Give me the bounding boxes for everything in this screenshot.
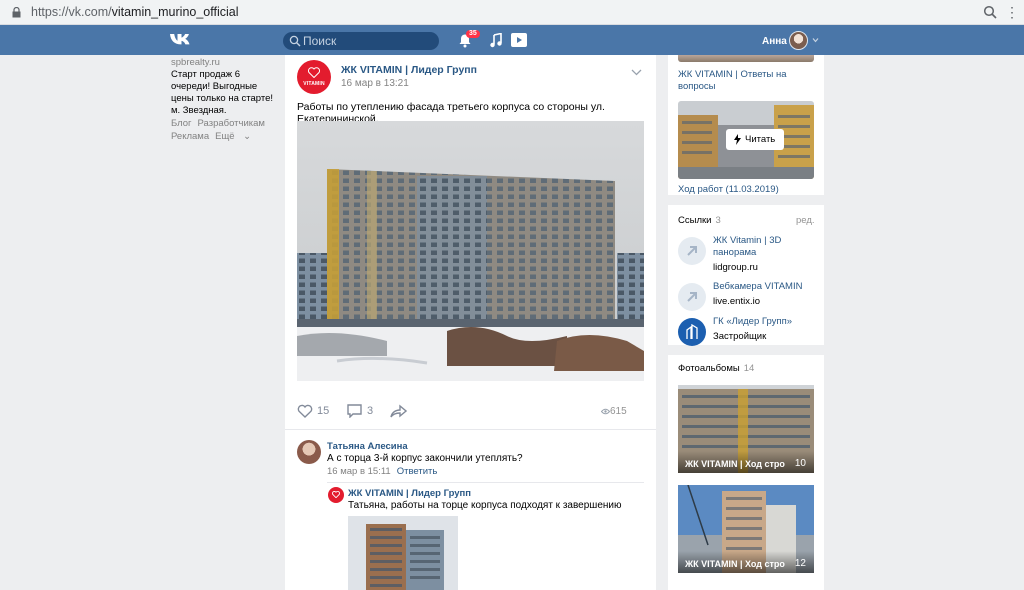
- ad-text[interactable]: Старт продаж 6 очереди! Выгодные цены то…: [171, 69, 281, 117]
- likes-count[interactable]: 15: [317, 405, 329, 417]
- divider: [327, 482, 644, 483]
- video-icon[interactable]: [511, 33, 527, 47]
- link-item[interactable]: Вебкамера VITAMIN live.entix.io: [678, 281, 818, 311]
- post-actions: 15 3 615: [297, 402, 644, 422]
- link-subtitle: Застройщик: [713, 331, 767, 342]
- eye-icon: [601, 408, 610, 415]
- album-name: ЖК VITAMIN | Ход строи: [685, 459, 785, 469]
- post-author-avatar[interactable]: VITAMIN: [297, 60, 331, 94]
- share-icon[interactable]: [390, 404, 407, 418]
- music-icon[interactable]: [489, 33, 503, 48]
- arrow-link-icon: [687, 246, 697, 256]
- chevron-down-icon[interactable]: [812, 37, 819, 43]
- footer-link-blog[interactable]: Блог: [171, 118, 192, 129]
- links-edit-button[interactable]: ред.: [796, 215, 815, 226]
- comments-count[interactable]: 3: [367, 405, 373, 417]
- link-title[interactable]: ГК «Лидер Групп»: [713, 316, 818, 328]
- url-field[interactable]: https://vk.com/vitamin_murino_official: [31, 5, 239, 19]
- search-placeholder: Поиск: [303, 34, 337, 48]
- arrow-link-icon: [687, 292, 697, 302]
- comment-text: А с торца 3-й корпус закончили утеплять?: [327, 453, 523, 464]
- heart-icon[interactable]: [297, 404, 313, 418]
- user-avatar[interactable]: [789, 31, 808, 50]
- reply-text: Татьяна, работы на торце корпуса подходя…: [348, 500, 622, 511]
- post-photo[interactable]: [297, 121, 644, 381]
- footer-link-dev[interactable]: Разработчикам: [198, 118, 265, 129]
- link-domain: live.entix.io: [713, 296, 760, 307]
- post-avatar-text: VITAMIN: [303, 81, 325, 87]
- comment-meta: 16 мар в 15:11 Ответить: [327, 466, 437, 477]
- albums-title[interactable]: Фотоальбомы 14: [678, 363, 754, 374]
- comment-icon[interactable]: [347, 404, 362, 418]
- read-button-label: Читать: [745, 134, 776, 145]
- vk-header: Поиск 35 Анна: [0, 25, 1024, 55]
- browser-menu-icon[interactable]: ⋮: [1004, 4, 1020, 20]
- albums-count: 14: [743, 363, 755, 374]
- albums-title-label: Фотоальбомы: [678, 363, 740, 374]
- building-icon: [686, 324, 698, 339]
- article-caption[interactable]: ЖК VITAMIN | Ответы на вопросы: [678, 69, 814, 93]
- vk-logo-icon[interactable]: [169, 32, 195, 48]
- comment-author-name[interactable]: Татьяна Алесина: [327, 441, 408, 452]
- link-icon: [678, 237, 706, 265]
- article-title[interactable]: Ход работ (11.03.2019): [678, 184, 779, 195]
- links-count: 3: [715, 215, 721, 226]
- album-item[interactable]: ЖК VITAMIN | Ход строи 12: [678, 485, 814, 573]
- links-title-label: Ссылки: [678, 215, 712, 226]
- ad-domain[interactable]: spbrealty.ru: [171, 57, 220, 68]
- notifications-badge: 35: [466, 30, 480, 38]
- footer-link-ads[interactable]: Реклама: [171, 131, 209, 142]
- reply-author-avatar[interactable]: [328, 487, 344, 503]
- read-button[interactable]: Читать: [726, 129, 784, 150]
- album-name: ЖК VITAMIN | Ход строи: [685, 559, 785, 569]
- views-count: 615: [610, 406, 627, 417]
- browser-address-bar: https://vk.com/vitamin_murino_official ⋮: [0, 0, 1024, 25]
- comment-author-avatar[interactable]: [297, 440, 321, 464]
- link-domain: lidgroup.ru: [713, 262, 758, 273]
- right-articles: ЖК VITAMIN | Ответы на вопросы Читать Хо…: [668, 55, 824, 195]
- search-input[interactable]: Поиск: [283, 32, 439, 50]
- album-count: 10: [794, 458, 806, 469]
- link-logo: [678, 318, 706, 346]
- footer-links: Блог Разработчикам Реклама Ещё ⌄: [171, 117, 271, 143]
- links-block: Ссылки 3 ред. ЖК Vitamin | 3D панорама li…: [668, 205, 824, 346]
- link-item[interactable]: ГК «Лидер Групп» Застройщик: [678, 316, 818, 346]
- footer-link-more[interactable]: Ещё ⌄: [215, 131, 251, 142]
- post-author-name[interactable]: ЖК VITAMIN | Лидер Групп: [341, 64, 477, 76]
- link-title[interactable]: Вебкамера VITAMIN: [713, 281, 818, 293]
- zoom-icon[interactable]: [983, 5, 997, 19]
- reply-author-name[interactable]: ЖК VITAMIN | Лидер Групп: [348, 488, 471, 499]
- reply-photo[interactable]: [348, 516, 458, 590]
- link-icon: [678, 283, 706, 311]
- url-host: https://vk.com/: [31, 5, 112, 19]
- bolt-icon: [734, 134, 741, 145]
- comment-date[interactable]: 16 мар в 15:11: [327, 466, 391, 477]
- article-thumbnail[interactable]: Читать: [678, 101, 814, 179]
- post-date[interactable]: 16 мар в 13:21: [341, 78, 409, 89]
- photo-albums-block: Фотоальбомы 14 ЖК VITAMIN | Ход строи 10 …: [668, 355, 824, 590]
- link-item[interactable]: ЖК Vitamin | 3D панорама lidgroup.ru: [678, 235, 818, 273]
- album-item[interactable]: ЖК VITAMIN | Ход строи 10: [678, 385, 814, 473]
- links-title[interactable]: Ссылки 3: [678, 215, 721, 226]
- article-image-strip: [678, 55, 814, 62]
- search-icon: [289, 35, 301, 47]
- user-name[interactable]: Анна: [762, 36, 787, 47]
- wall-post: VITAMIN ЖК VITAMIN | Лидер Групп 16 мар …: [285, 55, 656, 590]
- heart-logo-icon: [332, 491, 340, 498]
- lock-icon: [12, 7, 21, 18]
- footer-more-label: Ещё: [215, 131, 235, 142]
- chevron-down-icon[interactable]: [631, 69, 642, 76]
- reply-button[interactable]: Ответить: [397, 466, 438, 477]
- album-count: 12: [794, 558, 806, 569]
- url-path: vitamin_murino_official: [111, 5, 239, 19]
- link-title[interactable]: ЖК Vitamin | 3D панорама: [713, 235, 818, 259]
- heart-logo-icon: [308, 67, 320, 78]
- divider: [285, 429, 656, 430]
